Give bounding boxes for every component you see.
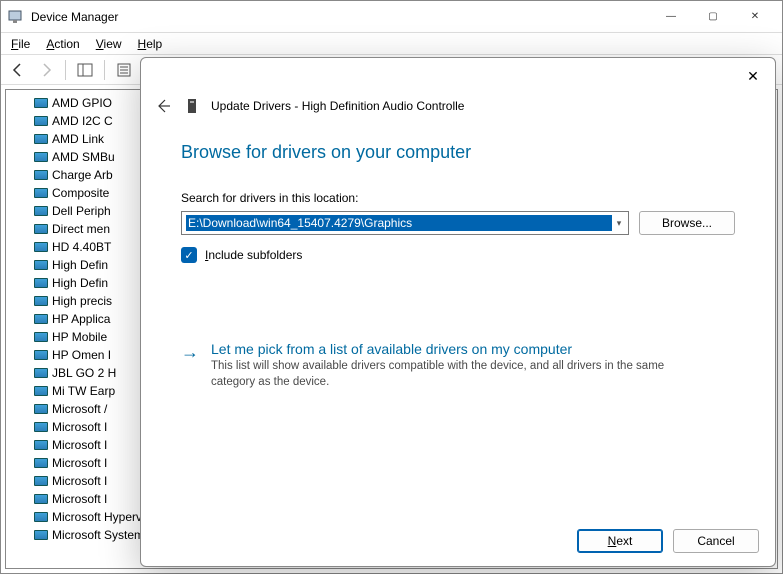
device-tree-item-label: JBL GO 2 H (52, 364, 116, 382)
chevron-down-icon[interactable]: ▾ (612, 212, 626, 234)
device-tree-item-label: HP Omen I (52, 346, 111, 364)
browse-button[interactable]: Browse... (639, 211, 735, 235)
maximize-button[interactable]: ▢ (692, 3, 734, 31)
device-tree-item-label: AMD GPIO (52, 94, 112, 112)
device-tree-item-label: HP Applica (52, 310, 110, 328)
titlebar: Device Manager — ▢ ✕ (1, 1, 782, 33)
show-hide-console-tree-button[interactable] (74, 59, 96, 81)
include-subfolders-label: Include subfolders (205, 248, 302, 262)
device-icon (34, 152, 48, 162)
dialog-close-button[interactable]: ✕ (739, 62, 767, 90)
pick-from-list-option[interactable]: → Let me pick from a list of available d… (181, 341, 735, 390)
device-icon (34, 206, 48, 216)
device-tree-item-label: Composite (52, 184, 109, 202)
device-tree-item-label: High precis (52, 292, 112, 310)
device-tree-item-label: Mi TW Earp (52, 382, 115, 400)
device-tree-item-label: Microsoft I (52, 418, 107, 436)
update-drivers-dialog: ✕ Update Drivers - High Definition Audio… (140, 57, 776, 567)
device-icon (34, 512, 48, 522)
dialog-titlebar: ✕ (141, 58, 775, 94)
window-controls: — ▢ ✕ (650, 3, 776, 31)
include-subfolders-checkbox[interactable]: ✓ (181, 247, 197, 263)
device-tree-item-label: Microsoft / (52, 400, 107, 418)
device-icon (34, 134, 48, 144)
device-tree-item-label: Microsoft I (52, 454, 107, 472)
device-icon (34, 242, 48, 252)
device-tree-item-label: HP Mobile (52, 328, 107, 346)
dialog-body: Browse for drivers on your computer Sear… (141, 124, 775, 516)
driver-path-value: E:\Download\win64_15407.4279\Graphics (186, 215, 612, 231)
device-icon (34, 98, 48, 108)
app-icon (7, 9, 23, 25)
device-icon (34, 116, 48, 126)
window-title: Device Manager (31, 10, 650, 24)
device-icon (34, 530, 48, 540)
device-icon (34, 260, 48, 270)
pick-from-list-description: This list will show available drivers co… (211, 359, 691, 390)
forward-button[interactable] (35, 59, 57, 81)
device-tree-item-label: Dell Periph (52, 202, 111, 220)
menu-view[interactable]: View (96, 37, 122, 51)
pick-from-list-title: Let me pick from a list of available dri… (211, 341, 691, 357)
dialog-heading: Browse for drivers on your computer (181, 142, 735, 163)
menu-file[interactable]: File (11, 37, 30, 51)
device-tree-item-label: Microsoft I (52, 436, 107, 454)
minimize-button[interactable]: — (650, 3, 692, 31)
device-tree-item-label: High Defin (52, 274, 108, 292)
device-icon (34, 224, 48, 234)
next-button[interactable]: Next (577, 529, 663, 553)
device-tree-item-label: HD 4.40BT (52, 238, 111, 256)
device-icon (34, 494, 48, 504)
toolbar-separator (104, 60, 105, 80)
device-tree-item-label: Microsoft I (52, 490, 107, 508)
menu-help[interactable]: Help (138, 37, 163, 51)
menubar: File Action View Help (1, 33, 782, 55)
device-tree-item-label: AMD SMBu (52, 148, 115, 166)
device-icon (34, 296, 48, 306)
device-icon (34, 278, 48, 288)
device-icon (34, 386, 48, 396)
device-icon (34, 368, 48, 378)
device-tree-item-label: AMD I2C C (52, 112, 113, 130)
device-icon (34, 170, 48, 180)
include-subfolders-row[interactable]: ✓ Include subfolders (181, 247, 735, 263)
device-icon (34, 422, 48, 432)
driver-path-combobox[interactable]: E:\Download\win64_15407.4279\Graphics ▾ (181, 211, 629, 235)
toolbar-separator (65, 60, 66, 80)
wizard-icon (185, 98, 199, 114)
properties-button[interactable] (113, 59, 135, 81)
dialog-footer: Next Cancel (141, 516, 775, 566)
device-icon (34, 314, 48, 324)
close-button[interactable]: ✕ (734, 3, 776, 31)
device-tree-item-label: High Defin (52, 256, 108, 274)
dialog-back-button[interactable] (153, 96, 173, 116)
device-tree-item-label: Direct men (52, 220, 110, 238)
device-icon (34, 440, 48, 450)
device-tree-item-label: AMD Link (52, 130, 104, 148)
arrow-right-icon: → (181, 342, 199, 390)
menu-action[interactable]: Action (46, 37, 79, 51)
device-tree-item-label: Charge Arb (52, 166, 113, 184)
cancel-button[interactable]: Cancel (673, 529, 759, 553)
search-location-label: Search for drivers in this location: (181, 191, 735, 205)
wizard-title: Update Drivers - High Definition Audio C… (211, 99, 464, 113)
device-icon (34, 188, 48, 198)
device-icon (34, 476, 48, 486)
device-icon (34, 458, 48, 468)
back-button[interactable] (7, 59, 29, 81)
device-icon (34, 404, 48, 414)
dialog-header: Update Drivers - High Definition Audio C… (141, 94, 775, 124)
device-icon (34, 350, 48, 360)
device-tree-item-label: Microsoft I (52, 472, 107, 490)
device-icon (34, 332, 48, 342)
